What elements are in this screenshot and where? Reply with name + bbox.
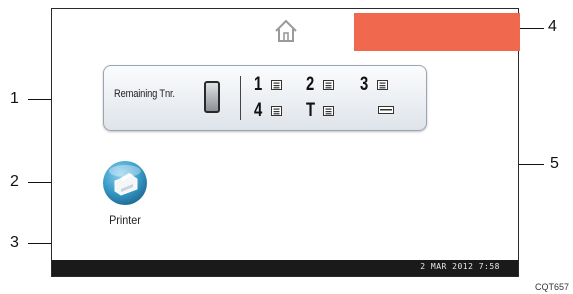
paper-tray-4-label: 4 <box>254 100 263 121</box>
paper-tray-4: 4 <box>254 100 282 122</box>
paper-tray-icon <box>377 80 388 90</box>
paper-tray-3: 3 <box>360 74 388 96</box>
toner-cartridge-icon <box>204 81 220 113</box>
home-button[interactable] <box>273 18 299 44</box>
paper-tray-1-label: 1 <box>254 74 263 95</box>
remaining-toner-panel[interactable]: Remaining Tnr. 1 2 3 4 T <box>103 65 427 131</box>
callout-2: 2 <box>10 173 19 190</box>
figure-code: CQT657 <box>534 282 569 292</box>
printer-label: Printer <box>109 213 141 227</box>
remaining-toner-label: Remaining Tnr. <box>114 88 175 100</box>
home-screen: Remaining Tnr. 1 2 3 4 T Printer 2 MAR 2… <box>51 8 520 277</box>
callout-5: 5 <box>550 155 559 172</box>
callout-1: 1 <box>10 90 19 107</box>
callout-4: 4 <box>548 18 557 35</box>
paper-tray-3-label: 3 <box>360 74 369 95</box>
date-time: 2 MAR 2012 7:58 <box>420 262 500 271</box>
paper-tray-1: 1 <box>254 74 282 96</box>
paper-tray-2: 2 <box>306 74 334 96</box>
paper-tray-2-label: 2 <box>306 74 315 95</box>
tray-divider <box>240 76 241 120</box>
bypass-tray <box>378 106 394 114</box>
leader-line-5 <box>516 164 544 165</box>
paper-tray-t: T <box>306 100 334 122</box>
paper-tray-icon <box>323 80 334 90</box>
paper-tray-icon <box>271 106 282 116</box>
printer-icon <box>103 161 147 205</box>
paper-tray-t-label: T <box>306 100 316 121</box>
home-icon <box>275 19 297 42</box>
paper-tray-icon <box>271 80 282 90</box>
alert-message-area[interactable] <box>354 13 520 51</box>
bypass-tray-icon <box>378 106 394 114</box>
printer-app-button[interactable]: Printer <box>99 157 151 237</box>
paper-tray-icon <box>323 106 334 116</box>
status-bar: 2 MAR 2012 7:58 <box>52 260 518 276</box>
callout-3: 3 <box>10 234 19 251</box>
